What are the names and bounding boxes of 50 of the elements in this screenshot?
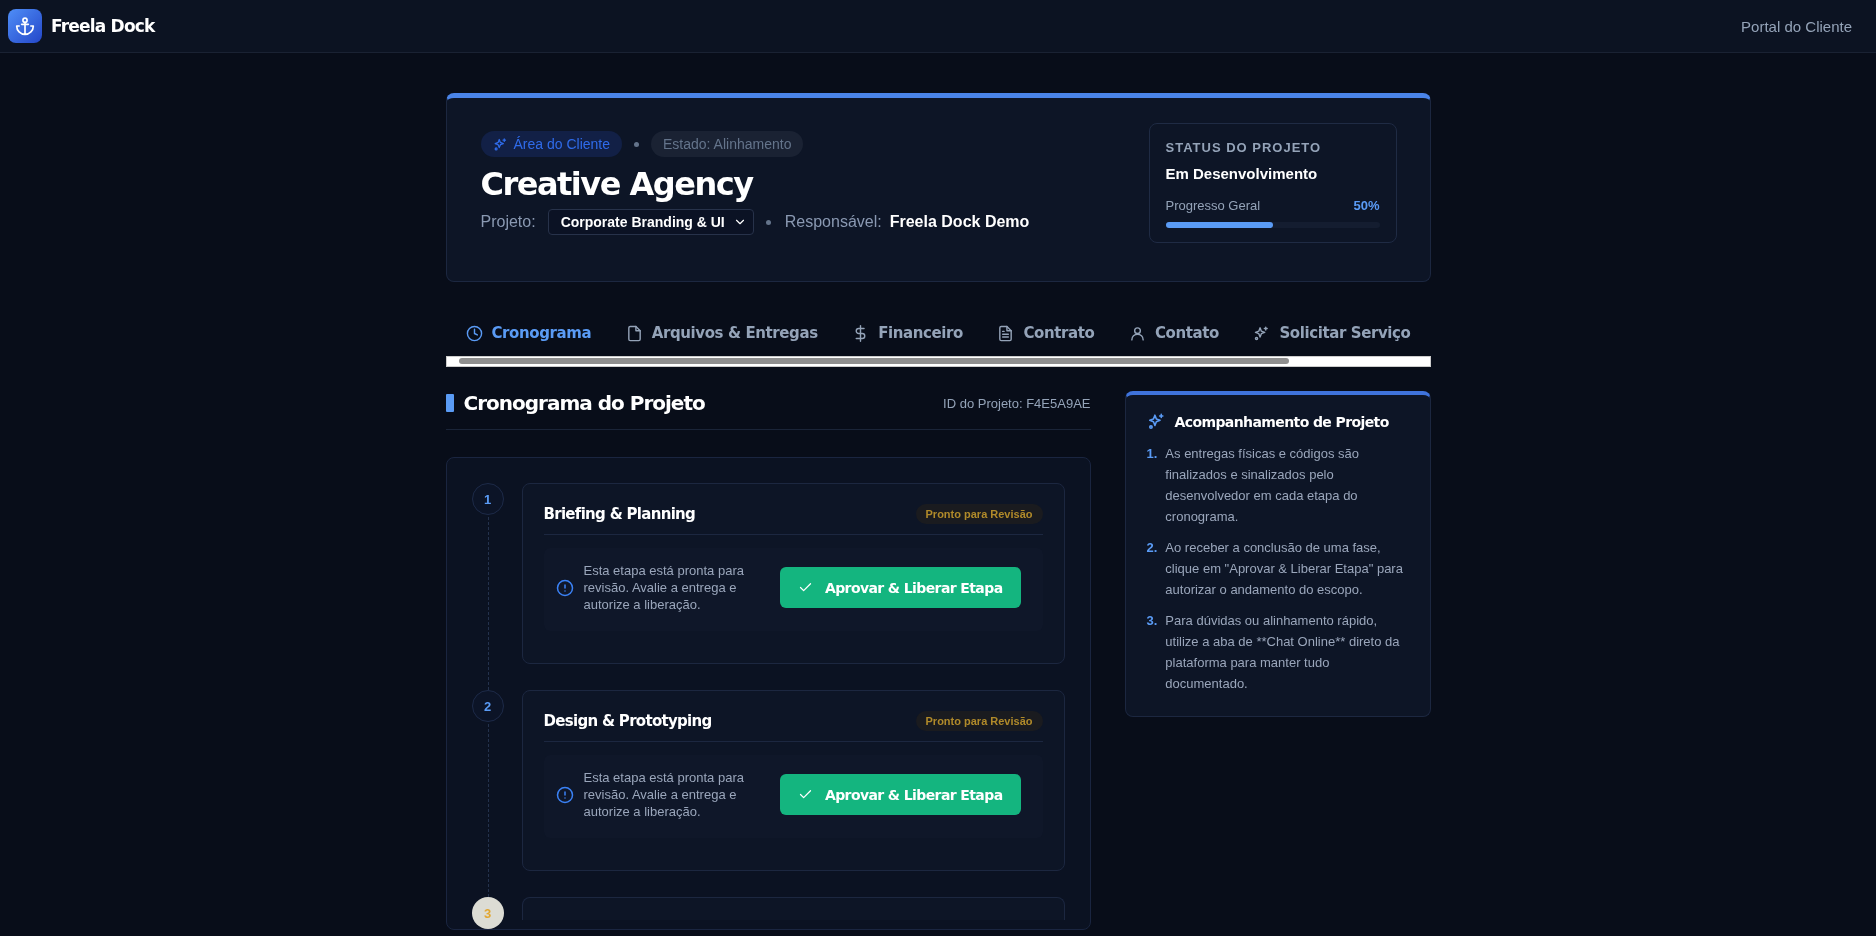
sparkle-icon bbox=[492, 136, 508, 152]
clock-icon bbox=[465, 324, 483, 342]
owner-name: Freela Dock Demo bbox=[889, 213, 1030, 231]
client-area-badge: Área do Cliente bbox=[480, 131, 622, 157]
guide-text: As entregas físicas e códigos são finalizados e sinalizados pelo desenvolvedor em cada etapa do cronograma. bbox=[1165, 445, 1360, 526]
sparkle-icon bbox=[1253, 324, 1271, 342]
guide-text: Ao receber a conclusão de uma fase, clique em "Aprovar & Liberar Etapa" para autorizar o andamento do escopo. bbox=[1165, 539, 1404, 599]
progress-reading: 50% bbox=[1353, 198, 1380, 213]
progress-label: Progresso Geral bbox=[1165, 198, 1261, 213]
status-badge: Pronto para Revisão bbox=[915, 504, 1043, 524]
tab[interactable]: Contrato bbox=[997, 312, 1095, 356]
status-value: Em Desenvolvimento bbox=[1165, 165, 1319, 182]
brand-name: Freela Dock bbox=[51, 16, 155, 36]
step-number: 2 bbox=[471, 690, 504, 722]
state-pill: Estado: Alinhamento bbox=[651, 131, 804, 157]
guide-text: Para dúvidas ou alinhamento rápido, utilize a aba de **Chat Online** direto da plataforma para manter tudo documentado. bbox=[1165, 612, 1401, 693]
title-marker bbox=[445, 394, 454, 412]
client-name: Creative Agency bbox=[480, 165, 755, 203]
status-heading: STATUS DO PROJETO bbox=[1165, 140, 1323, 155]
tab[interactable]: Arquivos & Entregas bbox=[625, 312, 818, 356]
section-title: Cronograma do Projeto bbox=[463, 391, 705, 415]
review-message: Esta etapa está pronta para revisão. Avalie a entrega e autorize a liberação. bbox=[583, 769, 745, 820]
guide-title: Acompanhamento de Projeto bbox=[1174, 413, 1389, 430]
owner-label: Responsável: bbox=[784, 213, 882, 231]
step-title: Design & Prototyping bbox=[543, 712, 712, 730]
project-select[interactable]: Corporate Branding & UI bbox=[547, 209, 754, 235]
sparkle-icon bbox=[1146, 412, 1166, 431]
review-message: Esta etapa está pronta para revisão. Avalie a entrega e autorize a liberação. bbox=[583, 562, 745, 613]
item-number: 1. bbox=[1146, 445, 1158, 463]
horizontal-scrollbar[interactable] bbox=[445, 356, 1431, 367]
status-badge: Pronto para Revisão bbox=[915, 711, 1043, 731]
item-number: 3. bbox=[1146, 612, 1158, 630]
document-icon bbox=[997, 324, 1015, 342]
project-label: Projeto: bbox=[480, 213, 536, 231]
tab[interactable]: Financeiro bbox=[852, 312, 963, 356]
tab[interactable]: Cronograma bbox=[465, 312, 592, 356]
tab[interactable]: Solicitar Serviço bbox=[1253, 312, 1411, 356]
app-logo[interactable] bbox=[8, 9, 42, 43]
user-icon bbox=[1128, 324, 1146, 342]
file-icon bbox=[625, 324, 643, 342]
item-number: 2. bbox=[1146, 539, 1158, 557]
tab[interactable]: Contato bbox=[1128, 312, 1219, 356]
project-id: ID do Projeto: F4E5A9AE bbox=[943, 395, 1091, 411]
info-icon bbox=[555, 785, 574, 804]
step-number: 3 bbox=[471, 897, 504, 929]
portal-link[interactable]: Portal do Cliente bbox=[1741, 17, 1852, 35]
step-number: 1 bbox=[471, 483, 504, 515]
step-title: Briefing & Planning bbox=[543, 505, 696, 523]
info-icon bbox=[555, 578, 574, 597]
anchor-icon bbox=[15, 16, 35, 36]
